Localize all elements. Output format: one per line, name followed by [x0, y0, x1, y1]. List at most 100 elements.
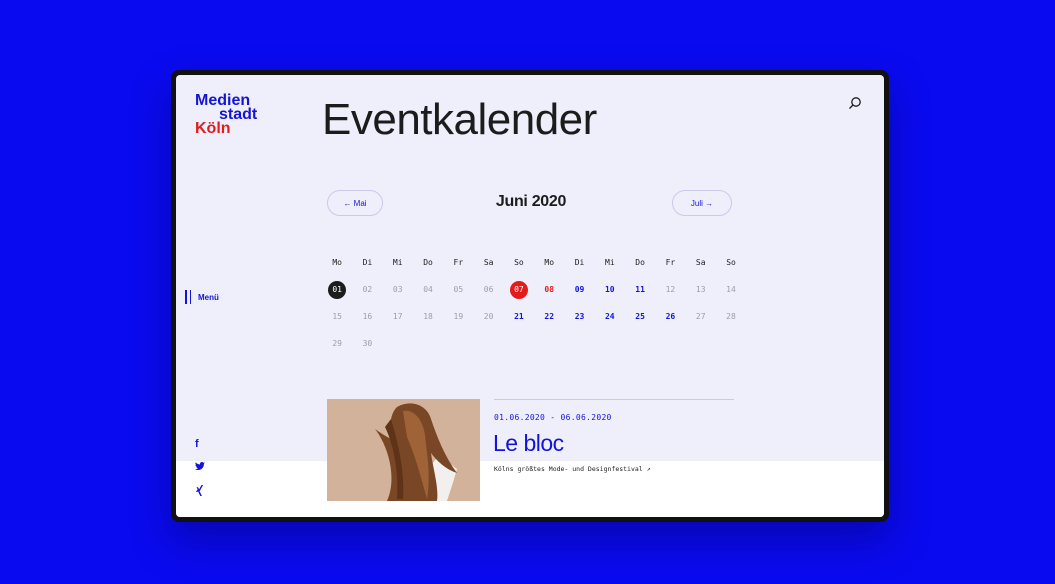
calendar-day-cell: 23 — [564, 308, 594, 326]
event-description-link[interactable]: Kölns größtes Mode- und Designfestival ↗ — [494, 465, 651, 473]
calendar-day: 18 — [423, 312, 433, 321]
weekday-label: Mi — [605, 258, 615, 267]
logo-line-3: Köln — [195, 120, 231, 137]
calendar-day-cell: 12 — [655, 281, 685, 299]
calendar-day-cell: 14 — [716, 281, 746, 299]
calendar-day: 03 — [392, 285, 403, 294]
calendar-day-cell: 18 — [413, 308, 443, 326]
calendar-day[interactable]: 11 — [631, 281, 649, 299]
next-month-button[interactable]: Juli → — [672, 190, 732, 216]
calendar-day[interactable]: 25 — [631, 308, 649, 326]
calendar-day-cell: 29 — [322, 335, 352, 353]
calendar-day: 02 — [362, 285, 373, 294]
weekday-label: Mo — [544, 258, 555, 267]
search-icon[interactable] — [848, 96, 862, 110]
calendar-day-cell: 24 — [595, 308, 625, 326]
calendar-grid: Mo Di Mi Do Fr Sa So Mo Di Mi Do Fr Sa So 01 02 03 04 05 0… — [322, 249, 746, 357]
weekday-label: Di — [362, 258, 373, 267]
weekday-header-row: Mo Di Mi Do Fr Sa So Mo Di Mi Do Fr Sa So — [322, 249, 746, 276]
weekday-label: So — [726, 258, 736, 267]
xing-icon[interactable] — [195, 485, 204, 499]
calendar-day: 19 — [453, 312, 464, 321]
calendar-day: 15 — [332, 312, 342, 321]
calendar-day-cell: 04 — [413, 281, 443, 299]
event-divider — [494, 399, 734, 400]
calendar-day-cell: 15 — [322, 308, 352, 326]
site-logo[interactable]: Medien stadt Köln — [195, 93, 257, 137]
calendar-week-row: 29 30 — [322, 330, 746, 357]
page: Medien stadt Köln Eventkalender Menü ← M… — [176, 75, 884, 517]
menu-label: Menü — [198, 292, 219, 302]
calendar-day-cell: 03 — [383, 281, 413, 299]
calendar-day: 12 — [665, 285, 676, 294]
calendar-day: 20 — [483, 312, 494, 321]
calendar-day: 17 — [392, 312, 403, 321]
event-description: Kölns größtes Mode- und Designfestival — [494, 465, 643, 473]
calendar-day-cell: 08 — [534, 281, 564, 299]
device-frame: Medien stadt Köln Eventkalender Menü ← M… — [171, 70, 889, 522]
calendar-day-cell: 11 — [625, 281, 655, 299]
calendar-day-cell: 16 — [352, 308, 382, 326]
menu-bars-icon — [185, 290, 191, 304]
calendar-day-cell: 27 — [686, 308, 716, 326]
calendar-day[interactable]: 21 — [510, 308, 528, 326]
weekday-label: Do — [423, 258, 433, 267]
calendar-day-cell: 01 — [322, 280, 352, 299]
calendar-day[interactable]: 08 — [540, 281, 558, 299]
calendar-day-cell: 25 — [625, 308, 655, 326]
external-link-icon: ↗ — [646, 465, 651, 473]
calendar-day-cell: 06 — [473, 281, 503, 299]
weekday-label: Sa — [695, 258, 706, 267]
calendar-day: 13 — [695, 285, 706, 294]
weekday-label: Do — [635, 258, 645, 267]
calendar-day-cell: 26 — [655, 308, 685, 326]
calendar-day: 28 — [726, 312, 736, 321]
calendar-day[interactable]: 01 — [328, 280, 347, 299]
calendar-day[interactable]: 07 — [509, 280, 528, 299]
calendar-day-cell: 13 — [686, 281, 716, 299]
event-image[interactable] — [327, 399, 480, 501]
calendar-day-cell: 17 — [383, 308, 413, 326]
calendar-day-cell: 02 — [352, 281, 382, 299]
calendar-day-cell: 07 — [504, 280, 534, 299]
calendar-day-cell: 09 — [564, 281, 594, 299]
calendar-day-cell: 22 — [534, 308, 564, 326]
calendar-day[interactable]: 23 — [571, 308, 589, 326]
calendar-day: 14 — [726, 285, 736, 294]
calendar-day-cell: 28 — [716, 308, 746, 326]
calendar-day: 04 — [423, 285, 433, 294]
calendar-day: 06 — [483, 285, 494, 294]
facebook-icon[interactable]: f — [195, 438, 199, 450]
calendar-day-cell: 21 — [504, 308, 534, 326]
calendar-day[interactable]: 26 — [661, 308, 679, 326]
calendar-day[interactable]: 09 — [571, 281, 589, 299]
calendar-day: 05 — [453, 285, 464, 294]
calendar-day: 16 — [362, 312, 373, 321]
calendar-day[interactable]: 24 — [601, 308, 619, 326]
weekday-label: Di — [574, 258, 585, 267]
prev-month-button[interactable]: ← Mai — [327, 190, 383, 216]
calendar-day-cell: 10 — [595, 281, 625, 299]
weekday-label: Mo — [332, 258, 342, 267]
calendar-day: 27 — [695, 312, 706, 321]
calendar-day: 30 — [362, 339, 373, 348]
weekday-label: So — [514, 258, 524, 267]
weekday-label: Sa — [483, 258, 494, 267]
event-date-range: 01.06.2020 - 06.06.2020 — [494, 413, 612, 422]
page-title: Eventkalender — [322, 95, 597, 144]
weekday-label: Mi — [392, 258, 403, 267]
twitter-icon[interactable] — [195, 462, 205, 473]
weekday-label: Fr — [453, 258, 464, 267]
calendar-day-cell: 19 — [443, 308, 473, 326]
calendar-day[interactable]: 22 — [540, 308, 558, 326]
calendar-day-cell: 05 — [443, 281, 473, 299]
calendar-week-row: 01 02 03 04 05 06 07 08 09 10 11 12 13 14 — [322, 276, 746, 303]
calendar-week-row: 15 16 17 18 19 20 21 22 23 24 25 26 27 28 — [322, 303, 746, 330]
event-title[interactable]: Le bloc — [493, 430, 564, 457]
calendar-day-cell: 30 — [352, 335, 382, 353]
calendar-day[interactable]: 10 — [601, 281, 619, 299]
current-month: Juni 2020 — [495, 193, 567, 210]
weekday-label: Fr — [665, 258, 676, 267]
calendar-day: 29 — [332, 339, 342, 348]
menu-toggle[interactable]: Menü — [185, 290, 219, 304]
